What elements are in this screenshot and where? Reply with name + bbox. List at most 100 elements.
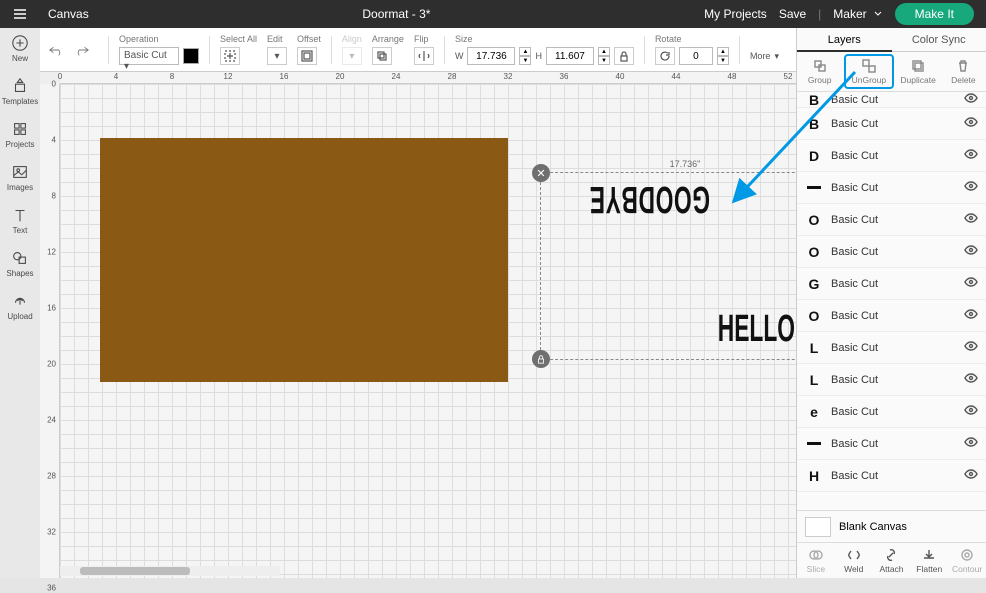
offset-button[interactable] — [297, 47, 317, 65]
edit-button[interactable]: ▾ — [267, 47, 287, 65]
ungroup-button[interactable]: UnGroup — [844, 54, 893, 89]
layer-row[interactable]: OBasic Cut — [797, 204, 986, 236]
select-all-button[interactable] — [220, 47, 240, 65]
more-dropdown[interactable]: More ▾ — [750, 38, 779, 62]
operation-label: Operation — [119, 34, 159, 44]
toolbar: Operation Basic Cut ▾ Select All Edit▾ O… — [40, 28, 796, 72]
images-button[interactable]: Images — [7, 163, 33, 192]
duplicate-button[interactable]: Duplicate — [896, 52, 941, 91]
layer-row[interactable]: DBasic Cut — [797, 140, 986, 172]
lock-aspect-button[interactable] — [614, 47, 634, 65]
visibility-toggle[interactable] — [964, 211, 978, 228]
save-link[interactable]: Save — [779, 7, 806, 21]
layer-label: Basic Cut — [831, 438, 878, 450]
layer-row[interactable]: Basic Cut — [797, 172, 986, 204]
layer-row[interactable]: LBasic Cut — [797, 364, 986, 396]
layer-label: Basic Cut — [831, 182, 878, 194]
layer-row[interactable]: BBasic Cut — [797, 92, 986, 108]
projects-button[interactable]: Projects — [6, 120, 35, 149]
lock-handle[interactable] — [532, 350, 550, 368]
visibility-toggle[interactable] — [964, 339, 978, 356]
blank-canvas-row[interactable]: Blank Canvas — [797, 510, 986, 542]
group-button[interactable]: Group — [797, 52, 842, 91]
color-swatch[interactable] — [183, 48, 199, 64]
layer-label: Basic Cut — [831, 278, 878, 290]
layer-glyph: H — [805, 468, 823, 484]
label: Text — [13, 226, 28, 235]
layer-glyph: B — [805, 116, 823, 132]
visibility-toggle[interactable] — [964, 92, 978, 108]
attach-button[interactable]: Attach — [873, 543, 911, 578]
new-button[interactable]: New — [11, 34, 29, 63]
width-input[interactable] — [467, 47, 515, 65]
flip-label: Flip — [414, 34, 429, 44]
layer-row[interactable]: HBasic Cut — [797, 460, 986, 492]
align-button[interactable]: ▾ — [342, 47, 362, 65]
layer-row[interactable]: Basic Cut — [797, 428, 986, 460]
visibility-toggle[interactable] — [964, 467, 978, 484]
my-projects-link[interactable]: My Projects — [704, 7, 767, 21]
label: Contour — [952, 564, 982, 574]
layer-row[interactable]: OBasic Cut — [797, 236, 986, 268]
separator — [644, 36, 645, 64]
layer-row[interactable]: GBasic Cut — [797, 268, 986, 300]
rotate-input[interactable] — [679, 47, 713, 65]
slice-button[interactable]: Slice — [797, 543, 835, 578]
visibility-toggle[interactable] — [964, 179, 978, 196]
layer-row[interactable]: eBasic Cut — [797, 396, 986, 428]
canvas-area[interactable]: 0481216202428323640444852 04812162024283… — [40, 72, 796, 578]
visibility-toggle[interactable] — [964, 403, 978, 420]
make-it-button[interactable]: Make It — [895, 3, 974, 25]
visibility-toggle[interactable] — [964, 115, 978, 132]
weld-button[interactable]: Weld — [835, 543, 873, 578]
layer-row[interactable]: LBasic Cut — [797, 332, 986, 364]
arrange-button[interactable] — [372, 47, 392, 65]
contour-button[interactable]: Contour — [948, 543, 986, 578]
selection-bounding-box[interactable]: 17.736" ✕ ⟳ ⤡ GOODBYE HELLO — [540, 172, 830, 360]
layer-row[interactable]: OBasic Cut — [797, 300, 986, 332]
delete-handle[interactable]: ✕ — [532, 164, 550, 182]
horizontal-scrollbar[interactable] — [60, 566, 280, 576]
label: Delete — [951, 75, 976, 85]
machine-dropdown[interactable]: Maker — [833, 7, 882, 21]
undo-button[interactable] — [48, 43, 66, 57]
layer-row[interactable]: BBasic Cut — [797, 108, 986, 140]
layers-list[interactable]: BBasic CutBBasic CutDBasic CutBasic CutO… — [797, 92, 986, 510]
flatten-button[interactable]: Flatten — [910, 543, 948, 578]
label: Duplicate — [900, 75, 935, 85]
templates-button[interactable]: Templates — [2, 77, 38, 106]
tab-colorsync[interactable]: Color Sync — [892, 28, 986, 52]
height-down[interactable]: ▼ — [598, 56, 610, 65]
height-up[interactable]: ▲ — [598, 47, 610, 56]
width-up[interactable]: ▲ — [519, 47, 531, 56]
upload-button[interactable]: Upload — [7, 292, 32, 321]
text-button[interactable]: Text — [11, 206, 29, 235]
height-input[interactable] — [546, 47, 594, 65]
layer-label: Basic Cut — [831, 246, 878, 258]
layer-glyph: L — [805, 340, 823, 356]
rotate-down[interactable]: ▼ — [717, 56, 729, 65]
layer-glyph: O — [805, 308, 823, 324]
design-surface[interactable]: 17.736" ✕ ⟳ ⤡ GOODBYE HELLO — [60, 84, 796, 578]
visibility-toggle[interactable] — [964, 147, 978, 164]
scrollbar-thumb[interactable] — [80, 567, 190, 575]
visibility-toggle[interactable] — [964, 435, 978, 452]
doormat-shape[interactable] — [100, 138, 508, 382]
separator — [739, 36, 740, 64]
shapes-button[interactable]: Shapes — [6, 249, 33, 278]
operation-select[interactable]: Basic Cut ▾ — [119, 47, 179, 65]
main-menu-button[interactable] — [0, 6, 40, 22]
goodbye-text[interactable]: GOODBYE — [549, 177, 750, 220]
tab-layers[interactable]: Layers — [797, 28, 892, 52]
visibility-toggle[interactable] — [964, 371, 978, 388]
flip-button[interactable] — [414, 47, 434, 65]
visibility-toggle[interactable] — [964, 275, 978, 292]
redo-button[interactable] — [72, 43, 90, 57]
label: Projects — [6, 140, 35, 149]
rotate-up[interactable]: ▲ — [717, 47, 729, 56]
delete-button[interactable]: Delete — [941, 52, 986, 91]
visibility-toggle[interactable] — [964, 243, 978, 260]
visibility-toggle[interactable] — [964, 307, 978, 324]
right-panel: Layers Color Sync Group UnGroup Duplicat… — [796, 28, 986, 578]
width-down[interactable]: ▼ — [519, 56, 531, 65]
